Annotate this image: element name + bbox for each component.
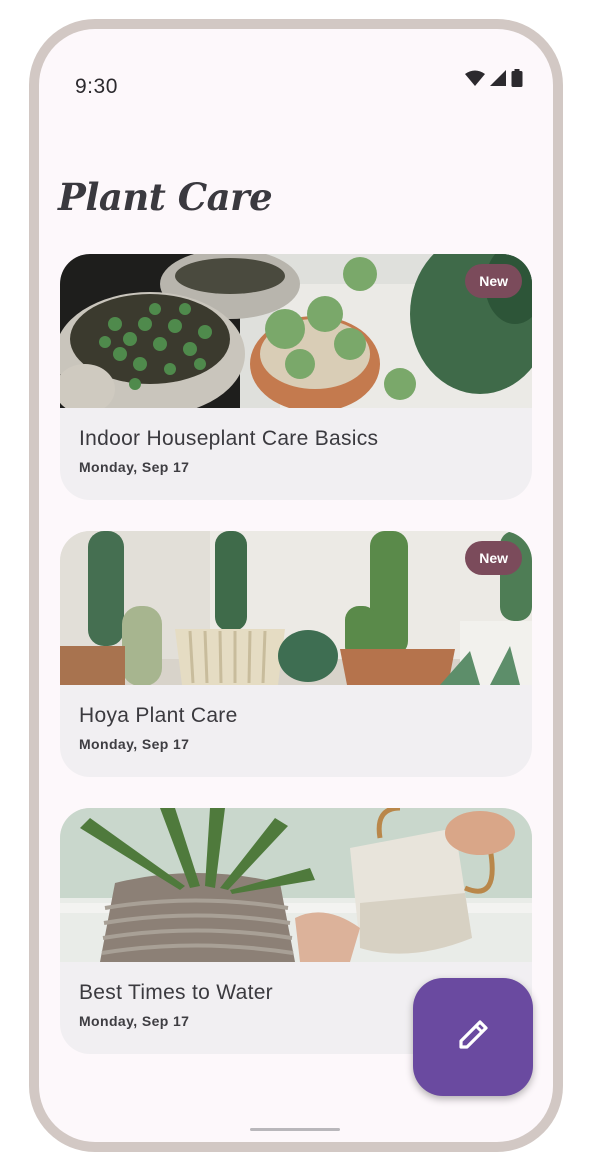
phone-frame: 9:30 Plant Care New Indoor Houseplant Ca… bbox=[29, 19, 563, 1152]
home-indicator[interactable] bbox=[250, 1128, 340, 1131]
page-title: Plant Care bbox=[58, 175, 273, 219]
card-date: Monday, Sep 17 bbox=[79, 736, 190, 752]
wifi-icon bbox=[465, 70, 485, 91]
card-date: Monday, Sep 17 bbox=[79, 1013, 190, 1029]
succulent-pots-image: New bbox=[60, 254, 532, 408]
article-card[interactable]: New Hoya Plant Care Monday, Sep 17 bbox=[60, 531, 532, 777]
new-badge: New bbox=[465, 264, 522, 298]
app-screen: 9:30 Plant Care New Indoor Houseplant Ca… bbox=[39, 29, 553, 1142]
article-card[interactable]: New Indoor Houseplant Care Basics Monday… bbox=[60, 254, 532, 500]
cellular-signal-icon bbox=[490, 70, 506, 91]
card-title: Best Times to Water bbox=[79, 981, 273, 1004]
card-title: Indoor Houseplant Care Basics bbox=[79, 427, 379, 450]
new-badge: New bbox=[465, 541, 522, 575]
watering-plant-image bbox=[60, 808, 532, 962]
card-date: Monday, Sep 17 bbox=[79, 459, 190, 475]
battery-icon bbox=[511, 69, 523, 92]
cactus-pots-image: New bbox=[60, 531, 532, 685]
status-time: 9:30 bbox=[75, 75, 118, 98]
card-title: Hoya Plant Care bbox=[79, 704, 238, 727]
status-icons bbox=[465, 69, 523, 92]
edit-pencil-icon bbox=[453, 1015, 493, 1060]
compose-fab[interactable] bbox=[413, 978, 533, 1096]
